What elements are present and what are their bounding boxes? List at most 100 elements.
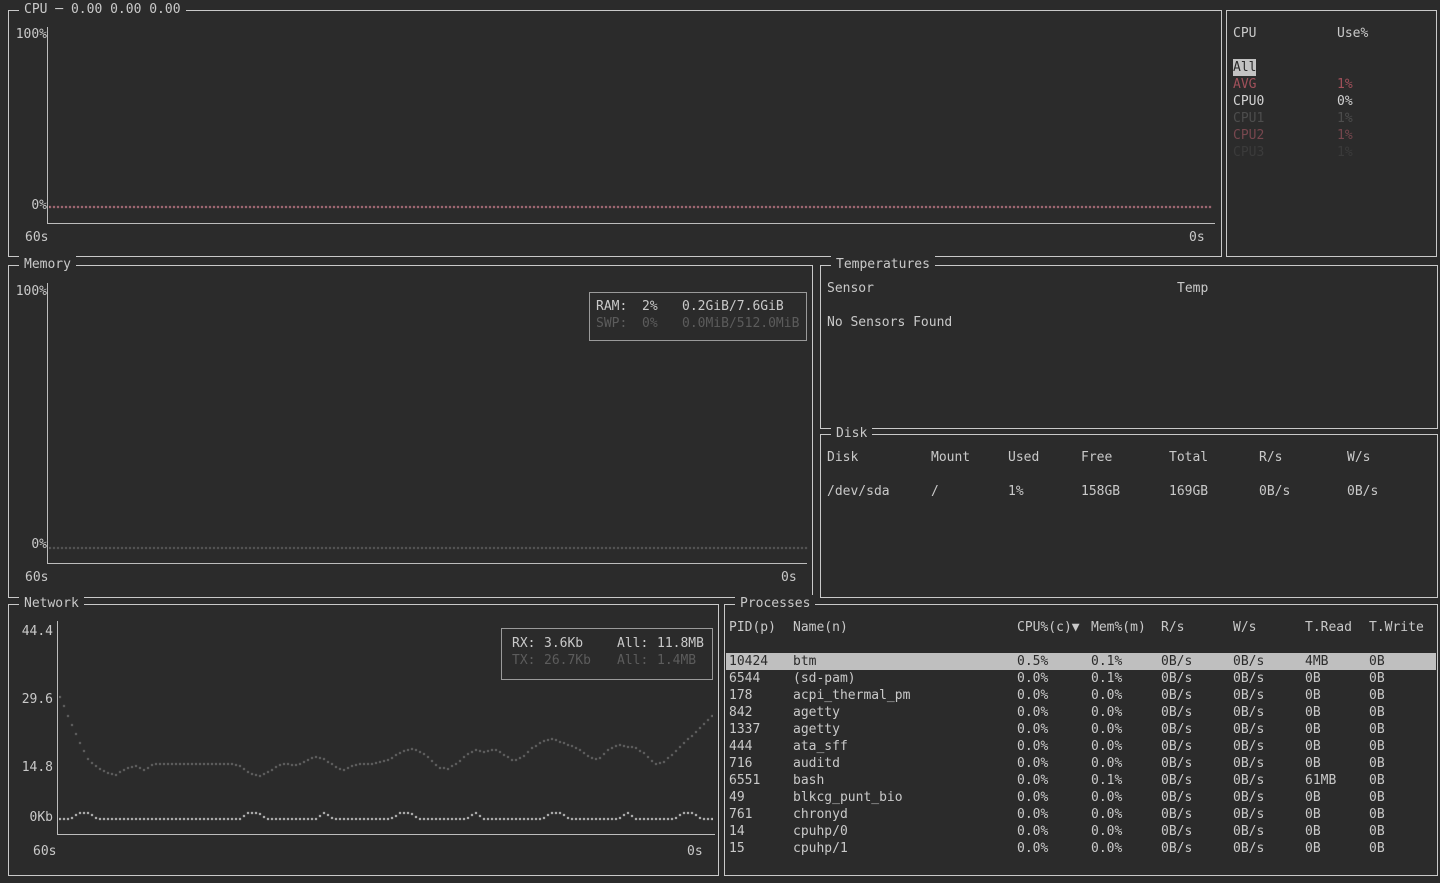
process-cell-ws: 0B/s [1233, 687, 1264, 704]
process-row[interactable]: 761chronyd0.0%0.0%0B/s0B/s0B0B [726, 806, 1436, 823]
cpu-legend-label: CPU3 [1233, 144, 1264, 161]
process-cell-name: bash [793, 772, 824, 789]
process-cell-name: agetty [793, 721, 840, 738]
disk-header-total[interactable]: Total [1169, 449, 1208, 466]
process-row[interactable]: 842agetty0.0%0.0%0B/s0B/s0B0B [726, 704, 1436, 721]
process-row[interactable]: 10424btm0.5%0.1%0B/s0B/s4MB0B [726, 653, 1436, 670]
process-row[interactable]: 6551bash0.0%0.1%0B/s0B/s61MB0B [726, 772, 1436, 789]
process-cell-cpu: 0.0% [1017, 840, 1048, 857]
process-cell-mem: 0.0% [1091, 687, 1122, 704]
processes-header-tread[interactable]: T.Read [1305, 619, 1352, 636]
network-legend-box: RX: 3.6Kb All: 11.8MB TX: 26.7Kb All: 1.… [501, 628, 713, 680]
ram-usage-value: 0.2GiB/7.6GiB [682, 298, 784, 315]
processes-header-pid[interactable]: PID(p) [729, 619, 776, 636]
cpu-legend-row-cpu3[interactable]: CPU3 1% [1227, 144, 1436, 161]
cpu-legend-label: All [1233, 59, 1256, 76]
process-row[interactable]: 6544(sd-pam)0.0%0.1%0B/s0B/s0B0B [726, 670, 1436, 687]
disk-header-ws[interactable]: W/s [1347, 449, 1370, 466]
process-cell-rs: 0B/s [1161, 789, 1192, 806]
cpu-legend-header-cpu: CPU [1233, 25, 1256, 42]
network-x-axis-left-label: 60s [33, 843, 56, 860]
disk-header-disk[interactable]: Disk [827, 449, 858, 466]
process-cell-pid: 6551 [729, 772, 760, 789]
process-cell-rs: 0B/s [1161, 806, 1192, 823]
cpu-legend-row-cpu0[interactable]: CPU00% [1227, 93, 1436, 110]
process-cell-rs: 0B/s [1161, 755, 1192, 772]
disk-header-used[interactable]: Used [1008, 449, 1039, 466]
process-cell-twrite: 0B [1369, 823, 1385, 840]
process-cell-tread: 0B [1305, 789, 1321, 806]
process-cell-tread: 0B [1305, 840, 1321, 857]
cpu-legend-row-all[interactable]: All [1227, 59, 1436, 76]
disk-cell: 169GB [1169, 483, 1208, 500]
process-cell-rs: 0B/s [1161, 840, 1192, 857]
ram-percent: 2% [642, 298, 658, 315]
cpu-title-label: CPU [24, 2, 47, 17]
process-cell-pid: 178 [729, 687, 752, 704]
process-cell-rs: 0B/s [1161, 721, 1192, 738]
process-cell-pid: 444 [729, 738, 752, 755]
temps-header-temp[interactable]: Temp [1177, 280, 1208, 297]
disk-header-free[interactable]: Free [1081, 449, 1112, 466]
network-y-axis-line [57, 621, 58, 835]
process-cell-rs: 0B/s [1161, 738, 1192, 755]
temps-header-sensor[interactable]: Sensor [827, 280, 874, 297]
cpu-legend-row-avg[interactable]: AVG1% [1227, 76, 1436, 93]
cpu-y-axis-line [47, 27, 48, 223]
processes-panel: Processes PID(p)Name(n)CPU%(c)▼Mem%(m)R/… [724, 604, 1438, 876]
cpu-legend-row-cpu2[interactable]: CPU21% [1227, 127, 1436, 144]
process-cell-name: cpuhp/0 [793, 823, 848, 840]
ram-label: RAM: [596, 298, 627, 315]
process-cell-name: chronyd [793, 806, 848, 823]
disk-cell: /dev/sda [827, 483, 890, 500]
process-cell-cpu: 0.0% [1017, 721, 1048, 738]
process-cell-tread: 0B [1305, 704, 1321, 721]
rx-all-label: All: [617, 635, 648, 652]
process-row[interactable]: 1337agetty0.0%0.0%0B/s0B/s0B0B [726, 721, 1436, 738]
disk-panel-title: Disk [831, 425, 872, 442]
network-y-label-2: 29.6 [11, 691, 53, 708]
processes-header-mem[interactable]: Mem%(m) [1091, 619, 1146, 636]
process-cell-pid: 761 [729, 806, 752, 823]
process-cell-cpu: 0.0% [1017, 670, 1048, 687]
network-x-axis-line [57, 834, 715, 835]
cpu-legend-row-cpu1[interactable]: CPU1 1% [1227, 110, 1436, 127]
processes-header-twrite[interactable]: T.Write [1369, 619, 1424, 636]
processes-header-name[interactable]: Name(n) [793, 619, 848, 636]
cpu-x-axis-left-label: 60s [25, 229, 48, 246]
network-y-label-4: 0Kb [11, 809, 53, 826]
tx-label: TX: [512, 652, 535, 669]
memory-y-axis-line [47, 283, 48, 563]
processes-panel-title: Processes [735, 595, 815, 612]
process-cell-ws: 0B/s [1233, 670, 1264, 687]
processes-header-cpu[interactable]: CPU%(c)▼ [1017, 619, 1080, 636]
cpu-legend-use-value: 1% [1337, 76, 1353, 93]
cpu-legend-use-value: 1% [1337, 110, 1353, 127]
cpu-legend-header-use: Use% [1337, 25, 1368, 42]
cpu-legend-use-value: 1% [1337, 127, 1353, 144]
process-row[interactable]: 15cpuhp/10.0%0.0%0B/s0B/s0B0B [726, 840, 1436, 857]
network-panel: Network 44.4 29.6 14.8 0Kb 60s 0s RX: 3.… [8, 604, 719, 876]
cpu-legend-use-value: 1% [1337, 144, 1353, 161]
processes-header-rs[interactable]: R/s [1161, 619, 1184, 636]
cpu-legend-label: CPU1 [1233, 110, 1264, 127]
process-cell-ws: 0B/s [1233, 653, 1264, 670]
process-cell-ws: 0B/s [1233, 823, 1264, 840]
process-row[interactable]: 716auditd0.0%0.0%0B/s0B/s0B0B [726, 755, 1436, 772]
process-row[interactable]: 444ata_sff0.0%0.0%0B/s0B/s0B0B [726, 738, 1436, 755]
process-cell-cpu: 0.0% [1017, 772, 1048, 789]
rx-label: RX: [512, 635, 535, 652]
memory-legend-box: RAM: 2% 0.2GiB/7.6GiB SWP: 0% 0.0MiB/512… [589, 292, 807, 341]
process-cell-pid: 1337 [729, 721, 760, 738]
process-cell-ws: 0B/s [1233, 840, 1264, 857]
process-row[interactable]: 178acpi_thermal_pm0.0%0.0%0B/s0B/s0B0B [726, 687, 1436, 704]
processes-header-ws[interactable]: W/s [1233, 619, 1256, 636]
process-cell-pid: 842 [729, 704, 752, 721]
process-row[interactable]: 14cpuhp/00.0%0.0%0B/s0B/s0B0B [726, 823, 1436, 840]
process-row[interactable]: 49blkcg_punt_bio0.0%0.0%0B/s0B/s0B0B [726, 789, 1436, 806]
disk-header-rs[interactable]: R/s [1259, 449, 1282, 466]
disk-row[interactable]: /dev/sda/1%158GB169GB0B/s0B/s [821, 483, 1437, 500]
temps-empty-message: No Sensors Found [827, 314, 952, 331]
process-cell-mem: 0.0% [1091, 704, 1122, 721]
disk-header-mount[interactable]: Mount [931, 449, 970, 466]
